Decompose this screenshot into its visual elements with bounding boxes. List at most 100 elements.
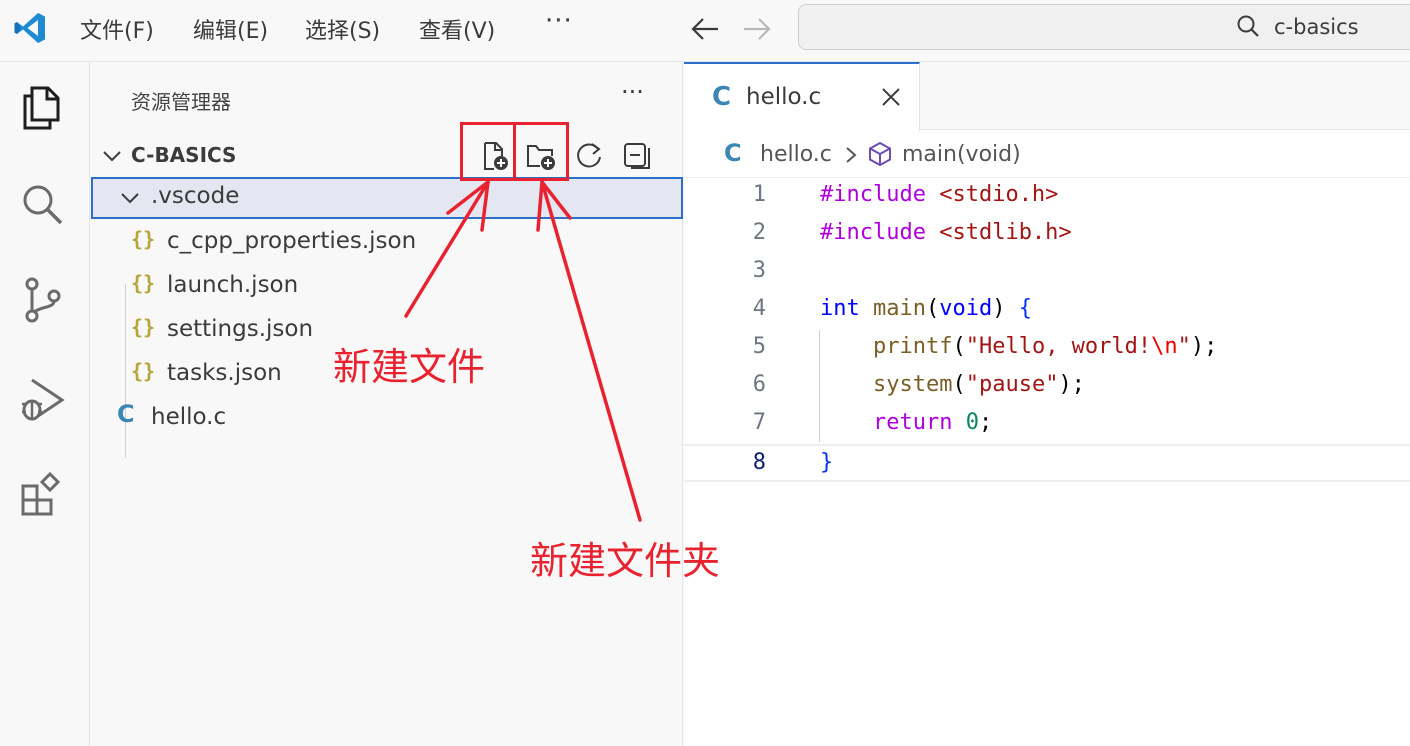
- search-icon: [1237, 15, 1259, 37]
- code-token: (: [952, 334, 966, 359]
- code-line[interactable]: 6 system("pause");: [684, 368, 1410, 406]
- tree-item-hello-c[interactable]: C hello.c: [91, 398, 683, 440]
- code-line-text: }: [820, 450, 833, 475]
- method-symbol-icon: [869, 141, 891, 167]
- json-file-icon: {}: [131, 315, 156, 339]
- tree-item-label: settings.json: [167, 316, 314, 342]
- menu-more-button[interactable]: ···: [545, 6, 573, 36]
- code-token: (: [952, 372, 966, 397]
- breadcrumb-symbol[interactable]: main(void): [902, 142, 1021, 167]
- search-view-icon[interactable]: [18, 180, 66, 228]
- forward-arrow-icon[interactable]: [742, 16, 772, 42]
- code-token: ;: [978, 410, 993, 435]
- breadcrumb: C hello.c main(void): [684, 132, 1410, 178]
- json-file-icon: {}: [131, 227, 156, 251]
- code-token: 0: [965, 410, 979, 435]
- refresh-icon[interactable]: [573, 140, 605, 172]
- line-number: 7: [752, 410, 766, 435]
- title-bar: 文件(F) 编辑(E) 选择(S) 查看(V) ··· c-basics: [0, 0, 1410, 62]
- tree-item-label: c_cpp_properties.json: [167, 228, 417, 254]
- activity-bar: [0, 62, 90, 746]
- menu-file[interactable]: 文件(F): [80, 13, 154, 45]
- c-file-icon: C: [117, 400, 135, 428]
- tree-item-label: launch.json: [167, 272, 299, 298]
- code-token: "Hello, world!: [965, 334, 1152, 359]
- code-token: \n: [1151, 334, 1178, 359]
- back-arrow-icon[interactable]: [690, 16, 720, 42]
- code-token: );: [1058, 372, 1085, 397]
- line-number: 4: [752, 296, 766, 321]
- vscode-logo-icon: [14, 13, 45, 43]
- code-line[interactable]: 4 int main(void) {: [684, 292, 1410, 330]
- code-token: ": [1177, 334, 1191, 359]
- code-token: <stdio.h>: [939, 182, 1059, 207]
- code-token: int: [820, 296, 873, 321]
- tab-hello-c[interactable]: C hello.c: [684, 62, 920, 131]
- new-file-highlight-box: [460, 122, 516, 181]
- code-token: (: [925, 296, 940, 321]
- explorer-title: 资源管理器: [131, 90, 231, 114]
- chevron-down-icon: [121, 193, 139, 204]
- tree-item-label: tasks.json: [167, 360, 282, 386]
- line-number: 1: [752, 182, 766, 207]
- breadcrumb-file[interactable]: hello.c: [760, 142, 832, 167]
- indent-guide: [819, 330, 820, 442]
- new-file-annotation: 新建文件: [333, 345, 486, 389]
- close-icon[interactable]: [880, 86, 902, 108]
- json-file-icon: {}: [131, 271, 156, 295]
- explorer-icon[interactable]: [18, 84, 66, 132]
- workspace-root-label: C-BASICS: [131, 143, 237, 167]
- tree-item-label: .vscode: [151, 183, 240, 209]
- code-token: return: [872, 410, 966, 435]
- line-number: 8: [752, 450, 766, 475]
- line-number: 5: [752, 334, 766, 359]
- code-line[interactable]: 1 #include <stdio.h>: [684, 178, 1410, 216]
- menu-view[interactable]: 查看(V): [419, 13, 495, 45]
- c-file-icon: C: [724, 139, 742, 167]
- code-token: }: [820, 450, 834, 475]
- explorer-more-button[interactable]: ···: [621, 78, 644, 106]
- extensions-icon[interactable]: [18, 470, 66, 518]
- code-line[interactable]: 8}: [684, 444, 1410, 482]
- code-line[interactable]: 5 printf("Hello, world!\n");: [684, 330, 1410, 368]
- tree-item-launch-json[interactable]: {} launch.json: [91, 266, 683, 308]
- code-line-text: return 0;: [820, 410, 992, 435]
- code-line-text: int main(void) {: [820, 296, 1032, 321]
- code-token: #include: [820, 182, 940, 207]
- code-token: );: [1190, 334, 1218, 359]
- code-token: <stdlib.h>: [939, 220, 1072, 245]
- source-control-icon[interactable]: [18, 276, 66, 324]
- code-line-text: #include <stdlib.h>: [820, 220, 1072, 245]
- new-folder-annotation: 新建文件夹: [530, 539, 721, 583]
- code-line[interactable]: 3: [684, 254, 1410, 292]
- tree-item-c-cpp-properties[interactable]: {} c_cpp_properties.json: [91, 222, 683, 264]
- code-token: {: [1018, 296, 1032, 321]
- line-number: 3: [752, 258, 766, 283]
- code-line[interactable]: 2 #include <stdlib.h>: [684, 216, 1410, 254]
- code-line-text: system("pause");: [820, 372, 1085, 397]
- line-number: 6: [752, 372, 766, 397]
- new-folder-highlight-box: [513, 122, 569, 181]
- chevron-right-icon: [846, 147, 857, 163]
- line-number: 2: [752, 220, 766, 245]
- editor-area: C hello.c C hello.c main(void) 1 #include…: [684, 62, 1410, 746]
- code-token: #include: [820, 220, 940, 245]
- search-text: c-basics: [1274, 15, 1359, 39]
- run-debug-icon[interactable]: [18, 374, 66, 422]
- chevron-down-icon: [103, 151, 121, 162]
- code-token: printf: [872, 334, 953, 359]
- code-line[interactable]: 7 return 0;: [684, 406, 1410, 444]
- code-line-text: printf("Hello, world!\n");: [820, 334, 1217, 359]
- code-token: main: [872, 296, 926, 321]
- tree-item-vscode-folder[interactable]: .vscode: [91, 177, 683, 219]
- tree-item-label: hello.c: [151, 404, 227, 430]
- code-token: "pause": [965, 372, 1059, 397]
- menu-edit[interactable]: 编辑(E): [193, 13, 268, 45]
- collapse-all-icon[interactable]: [621, 140, 653, 172]
- menu-selection[interactable]: 选择(S): [305, 13, 380, 45]
- tab-bar: C hello.c: [684, 62, 1410, 131]
- explorer-sidebar: 资源管理器 ··· C-BASICS .vscode {} c_cpp_prop…: [91, 62, 683, 746]
